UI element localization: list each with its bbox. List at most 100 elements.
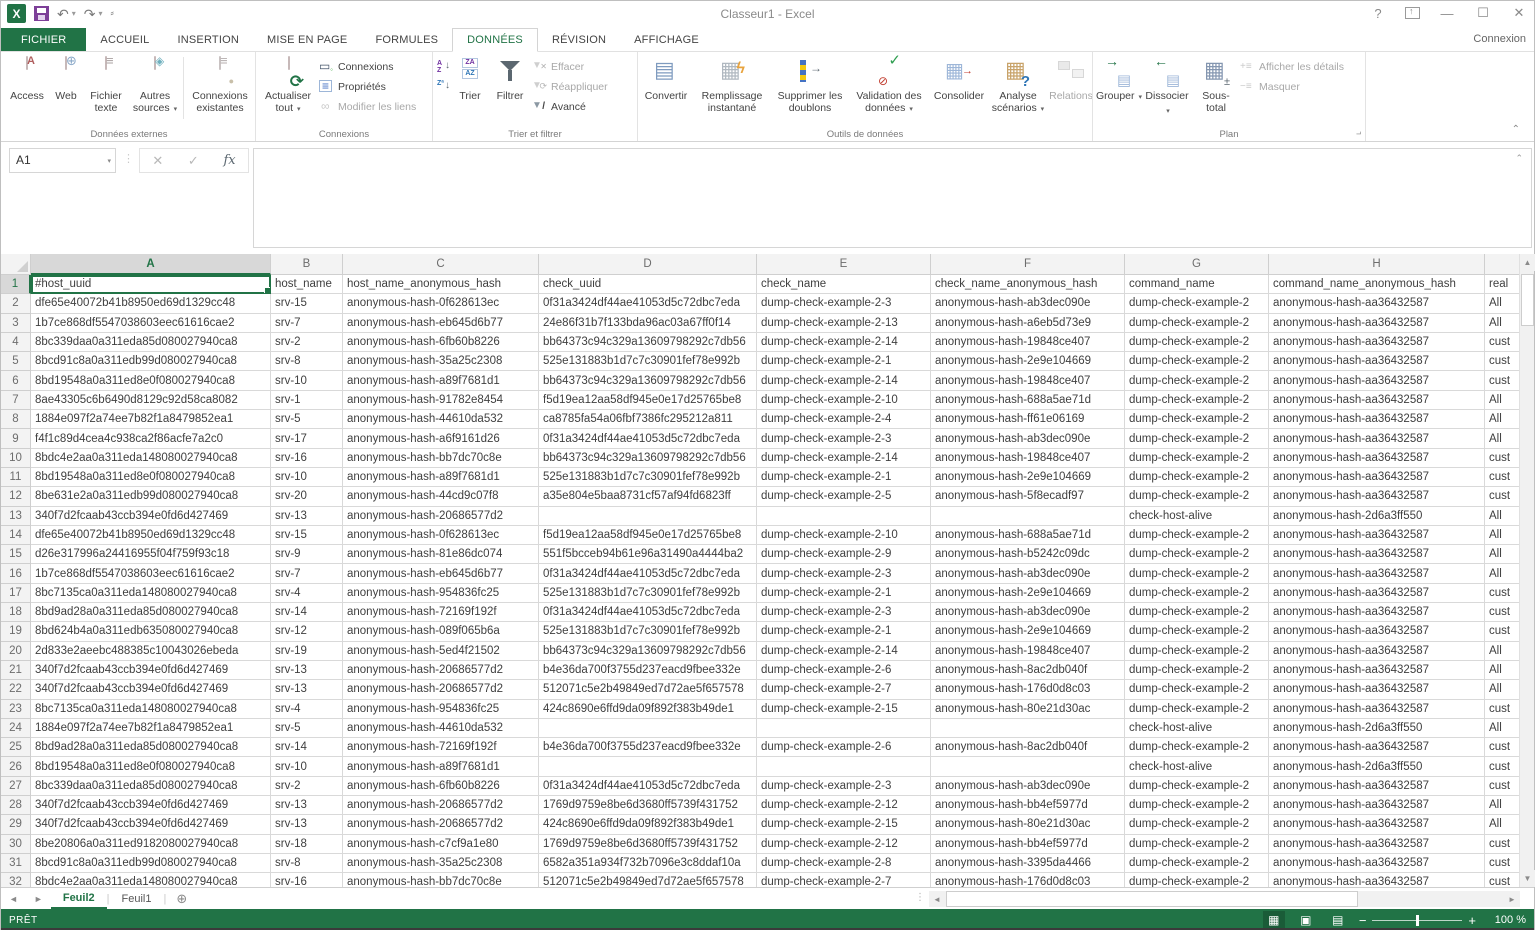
cell-C13[interactable]: anonymous-hash-20686577d2 [343,507,539,526]
cell-C28[interactable]: anonymous-hash-20686577d2 [343,796,539,815]
cell-E28[interactable]: dump-check-example-2-12 [757,796,931,815]
column-header-H[interactable]: H [1269,254,1485,275]
cell-E16[interactable]: dump-check-example-2-3 [757,564,931,583]
cell-C30[interactable]: anonymous-hash-c7cf9a1e80 [343,835,539,854]
row-header-21[interactable]: 21 [1,661,31,680]
dialog-launcher-icon[interactable]: ⌐ [1356,129,1361,139]
cell-E21[interactable]: dump-check-example-2-6 [757,661,931,680]
cell-A22[interactable]: 340f7d2fcaab43ccb394e0fd6d427469 [31,680,271,699]
cell-F18[interactable]: anonymous-hash-ab3dec090e [931,603,1125,622]
cell-F15[interactable]: anonymous-hash-b5242c09dc [931,545,1125,564]
cell-I9[interactable]: All [1485,429,1521,448]
cell-D21[interactable]: b4e36da700f3755d237eacd9fbee332e [539,661,757,680]
zoom-slider-thumb[interactable] [1416,915,1419,926]
row-header-4[interactable]: 4 [1,333,31,352]
cell-I28[interactable]: All [1485,796,1521,815]
cell-F26[interactable] [931,757,1125,776]
tab-accueil[interactable]: ACCUEIL [86,28,163,51]
cell-D23[interactable]: 424c8690e6ffd9da09f892f383b49de1 [539,700,757,719]
cell-H12[interactable]: anonymous-hash-aa36432587 [1269,487,1485,506]
cell-G23[interactable]: dump-check-example-2 [1125,700,1269,719]
formula-input[interactable]: ⌃ [253,148,1532,248]
cell-C5[interactable]: anonymous-hash-35a25c2308 [343,352,539,371]
row-header-16[interactable]: 16 [1,564,31,583]
cell-F17[interactable]: anonymous-hash-2e9e104669 [931,584,1125,603]
cell-B29[interactable]: srv-13 [271,815,343,834]
tab-mise-en-page[interactable]: MISE EN PAGE [253,28,361,51]
cell-B21[interactable]: srv-13 [271,661,343,680]
normal-view-icon[interactable]: ▦ [1263,911,1285,929]
row-header-2[interactable]: 2 [1,294,31,313]
cell-D17[interactable]: 525e131883b1d7c7c30901fef78e992b [539,584,757,603]
cell-C15[interactable]: anonymous-hash-81e86dc074 [343,545,539,564]
row-header-32[interactable]: 32 [1,873,31,887]
cell-G19[interactable]: dump-check-example-2 [1125,622,1269,641]
cell-H10[interactable]: anonymous-hash-aa36432587 [1269,449,1485,468]
row-header-10[interactable]: 10 [1,449,31,468]
cell-G3[interactable]: dump-check-example-2 [1125,314,1269,333]
cell-H7[interactable]: anonymous-hash-aa36432587 [1269,391,1485,410]
row-header-20[interactable]: 20 [1,642,31,661]
cell-A5[interactable]: 8bcd91c8a0a311edb99d080027940ca8 [31,352,271,371]
cell-I20[interactable]: All [1485,642,1521,661]
cell-A11[interactable]: 8bd19548a0a311ed8e0f080027940ca8 [31,468,271,487]
web-button[interactable]: Web [49,55,83,121]
cell-D30[interactable]: 1769d9759e8be6d3680ff5739f431752 [539,835,757,854]
cell-I26[interactable]: cust [1485,757,1521,776]
cell-A6[interactable]: 8bd19548a0a311ed8e0f080027940ca8 [31,371,271,390]
row-header-13[interactable]: 13 [1,507,31,526]
cell-F13[interactable] [931,507,1125,526]
cell-D2[interactable]: 0f31a3424df44ae41053d5c72dbc7eda [539,294,757,313]
cell-H14[interactable]: anonymous-hash-aa36432587 [1269,526,1485,545]
row-header-31[interactable]: 31 [1,854,31,873]
cell-H17[interactable]: anonymous-hash-aa36432587 [1269,584,1485,603]
cell-I32[interactable]: cust [1485,873,1521,887]
cell-H25[interactable]: anonymous-hash-aa36432587 [1269,738,1485,757]
cell-B25[interactable]: srv-14 [271,738,343,757]
cell-I19[interactable]: cust [1485,622,1521,641]
sheet-tab-feuil1[interactable]: Feuil1 [110,888,164,909]
cell-I13[interactable]: All [1485,507,1521,526]
help-icon[interactable]: ? [1369,6,1387,21]
cell-C20[interactable]: anonymous-hash-5ed4f21502 [343,642,539,661]
row-header-8[interactable]: 8 [1,410,31,429]
cell-B22[interactable]: srv-13 [271,680,343,699]
cell-A19[interactable]: 8bd624b4a0a311edb635080027940ca8 [31,622,271,641]
horizontal-scrollbar[interactable]: ◄ [929,891,1520,907]
column-header-E[interactable]: E [757,254,931,275]
tab-affichage[interactable]: AFFICHAGE [620,28,713,51]
cell-H5[interactable]: anonymous-hash-aa36432587 [1269,352,1485,371]
cell-I10[interactable]: cust [1485,449,1521,468]
cell-D13[interactable] [539,507,757,526]
cell-I30[interactable]: cust [1485,835,1521,854]
scroll-left-icon[interactable]: ◄ [929,891,945,907]
cell-E24[interactable] [757,719,931,738]
sign-in-link[interactable]: Connexion [1473,33,1526,45]
cell-A31[interactable]: 8bcd91c8a0a311edb99d080027940ca8 [31,854,271,873]
cell-F24[interactable] [931,719,1125,738]
cell-G14[interactable]: dump-check-example-2 [1125,526,1269,545]
cell-F22[interactable]: anonymous-hash-176d0d8c03 [931,680,1125,699]
cell-B7[interactable]: srv-1 [271,391,343,410]
cell-F10[interactable]: anonymous-hash-19848ce407 [931,449,1125,468]
cell-F1[interactable]: check_name_anonymous_hash [931,275,1125,294]
cell-D8[interactable]: ca8785fa54a06fbf7386fc295212a811 [539,410,757,429]
cell-F3[interactable]: anonymous-hash-a6eb5d73e9 [931,314,1125,333]
cell-E23[interactable]: dump-check-example-2-15 [757,700,931,719]
cell-D5[interactable]: 525e131883b1d7c7c30901fef78e992b [539,352,757,371]
cell-C17[interactable]: anonymous-hash-954836fc25 [343,584,539,603]
cell-H2[interactable]: anonymous-hash-aa36432587 [1269,294,1485,313]
redo-icon[interactable]: ↷ [84,7,96,21]
row-header-14[interactable]: 14 [1,526,31,545]
cell-E7[interactable]: dump-check-example-2-10 [757,391,931,410]
cell-B6[interactable]: srv-10 [271,371,343,390]
cell-D27[interactable]: 0f31a3424df44ae41053d5c72dbc7eda [539,777,757,796]
cell-B5[interactable]: srv-8 [271,352,343,371]
cell-A18[interactable]: 8bd9ad28a0a311eda85d080027940ca8 [31,603,271,622]
cell-A4[interactable]: 8bc339daa0a311eda85d080027940ca8 [31,333,271,352]
cell-H16[interactable]: anonymous-hash-aa36432587 [1269,564,1485,583]
cell-C25[interactable]: anonymous-hash-72169f192f [343,738,539,757]
column-header-B[interactable]: B [271,254,343,275]
cell-F14[interactable]: anonymous-hash-688a5ae71d [931,526,1125,545]
column-header-A[interactable]: A [31,254,271,275]
